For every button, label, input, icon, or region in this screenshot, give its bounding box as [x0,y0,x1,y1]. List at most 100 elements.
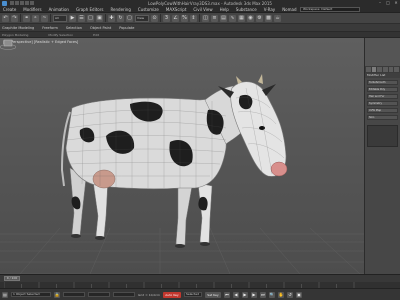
ribbon-tabs: Graphite Modeling Freeform Selection Obj… [0,24,400,32]
motion-tab-icon[interactable] [383,67,388,72]
y-coordinate-field[interactable] [88,292,110,297]
menu-item-modifiers[interactable]: Modifiers [23,7,41,12]
menu-item-nomad[interactable]: Nomad [282,7,296,12]
rotate-icon[interactable]: ↻ [117,14,124,22]
curve-editor-icon[interactable]: ∿ [229,14,236,22]
move-icon[interactable]: ✚ [108,14,115,22]
link-icon[interactable]: ⚭ [23,14,30,22]
modifier-item[interactable]: UVW Map [367,108,398,113]
save-file-icon[interactable] [20,1,24,5]
select-by-name-icon[interactable]: ☰ [78,14,85,22]
selection-filter-dropdown[interactable]: All [53,14,67,22]
time-slider[interactable]: 0 / 100 [4,276,20,281]
x-coordinate-field[interactable] [63,292,85,297]
maximize-icon[interactable]: □ [386,1,390,5]
cow-horn-right [258,74,263,84]
new-file-icon[interactable] [10,1,14,5]
menu-item-graph-editors[interactable]: Graph Editors [76,7,103,12]
zoom-icon[interactable]: 🔍 [268,291,275,298]
auto-key-button[interactable]: Auto Key [162,291,181,298]
modify-tab-icon[interactable] [371,67,377,72]
perspective-viewport[interactable]: [+] [Perspective] [Realistic + Edged Fac… [0,38,364,274]
reference-coordinate-dropdown[interactable]: View [135,14,149,22]
schematic-view-icon[interactable]: ▦ [238,14,245,22]
pan-icon[interactable]: ✋ [277,291,284,298]
ribbon-tab-selection[interactable]: Selection [66,26,82,30]
ribbon-group-modify-selection[interactable]: Modify Selection [48,33,73,37]
lock-selection-icon[interactable]: 🔒 [54,291,60,298]
align-icon[interactable]: ≡ [211,14,218,22]
go-to-end-icon[interactable]: ⏭ [259,291,266,298]
app-icon[interactable] [2,0,7,6]
go-to-start-icon[interactable]: ⏮ [223,291,230,298]
utilities-tab-icon[interactable] [394,67,400,72]
undo-button[interactable]: ↶ [2,14,9,22]
menu-item-animation[interactable]: Animation [49,7,69,12]
create-tab-icon[interactable] [366,67,371,72]
menu-item-create[interactable]: Create [3,7,16,12]
render-setup-icon[interactable]: ⚙ [256,14,263,22]
layer-explorer-icon[interactable]: ▤ [220,14,227,22]
modifier-item[interactable]: Symmetry [367,101,398,106]
cow-model[interactable] [60,74,288,248]
percent-snap-icon[interactable]: % [181,14,188,22]
minimize-icon[interactable]: – [378,1,382,5]
time-slider-bar[interactable]: 0 / 100 [0,274,400,282]
app-window: LowPolyCowWithHairVray3DS3.max - Autodes… [0,0,400,300]
previous-frame-icon[interactable]: ◀ [232,291,239,298]
bind-space-warp-icon[interactable]: ~ [41,14,48,22]
ribbon-tab-graphite-modeling[interactable]: Graphite Modeling [2,26,34,30]
scale-icon[interactable]: ▢ [126,14,133,22]
redo-button[interactable]: ↷ [11,14,18,22]
key-filter-dropdown[interactable]: Selected [183,292,202,297]
angle-snap-icon[interactable]: ∠ [172,14,179,22]
maxscript-listener-icon[interactable]: ▤ [2,291,8,298]
ribbon-group-polygon-modeling[interactable]: Polygon Modeling [2,33,28,37]
open-file-icon[interactable] [15,1,19,5]
window-crossing-icon[interactable]: ▣ [96,14,103,22]
select-object-icon[interactable]: ▶ [69,14,76,22]
z-coordinate-field[interactable] [113,292,135,297]
unlink-icon[interactable]: ⚬ [32,14,39,22]
menu-item-substance[interactable]: Substance [236,7,257,12]
menu-item-help[interactable]: Help [220,7,229,12]
ribbon-tab-populate[interactable]: Populate [119,26,134,30]
rendered-frame-window-icon[interactable]: ▩ [265,14,272,22]
rectangular-selection-icon[interactable]: □ [87,14,94,22]
menu-item-rendering[interactable]: Rendering [110,7,130,12]
status-bar: ▤ 1 Object Selected 🔒 Grid = 10,0cm Auto… [0,288,400,300]
menu-item-maxscript[interactable]: MAXScript [166,7,187,12]
modifier-item[interactable]: TurboSmooth [367,80,398,85]
maximize-viewport-icon[interactable]: ▣ [295,291,302,298]
next-frame-icon[interactable]: ▶ [250,291,257,298]
spinner-snap-icon[interactable]: ⇕ [190,14,197,22]
menu-item-vray[interactable]: V-Ray [264,7,275,12]
cow-front-leg-left [175,182,193,246]
ribbon-tab-freeform[interactable]: Freeform [42,26,58,30]
ribbon-tab-object-paint[interactable]: Object Paint [90,26,111,30]
modifier-item[interactable]: Editable Poly [367,87,398,92]
snaps-toggle-icon[interactable]: 3 [163,14,170,22]
viewcube-icon[interactable] [0,38,16,50]
render-production-icon[interactable]: ☕ [274,14,281,22]
orbit-icon[interactable]: ↺ [286,291,293,298]
menu-item-customize[interactable]: Customize [138,7,159,12]
display-tab-icon[interactable] [388,67,394,72]
mirror-icon[interactable]: ◫ [202,14,209,22]
modifier-item[interactable]: Hair and Fur [367,94,398,99]
material-editor-icon[interactable]: ◉ [247,14,254,22]
redo-icon[interactable] [30,1,34,5]
hierarchy-tab-icon[interactable] [377,67,383,72]
modifier-parameters-rollout[interactable] [367,125,398,147]
close-icon[interactable]: ✕ [394,1,398,5]
undo-icon[interactable] [25,1,29,5]
menu-item-civil-view[interactable]: Civil View [193,7,212,12]
command-panel-header [364,38,400,66]
pivot-icon[interactable]: ⊙ [151,14,158,22]
set-key-button[interactable]: Set Key [204,291,221,298]
workspace-dropdown[interactable]: Workspace: Default [300,7,360,12]
ribbon-group-edit[interactable]: Edit [93,33,99,37]
modifier-item[interactable]: Skin [367,115,398,120]
play-icon[interactable]: ▶ [241,291,248,298]
menu-bar: Create Modifiers Animation Graph Editors… [0,6,400,13]
